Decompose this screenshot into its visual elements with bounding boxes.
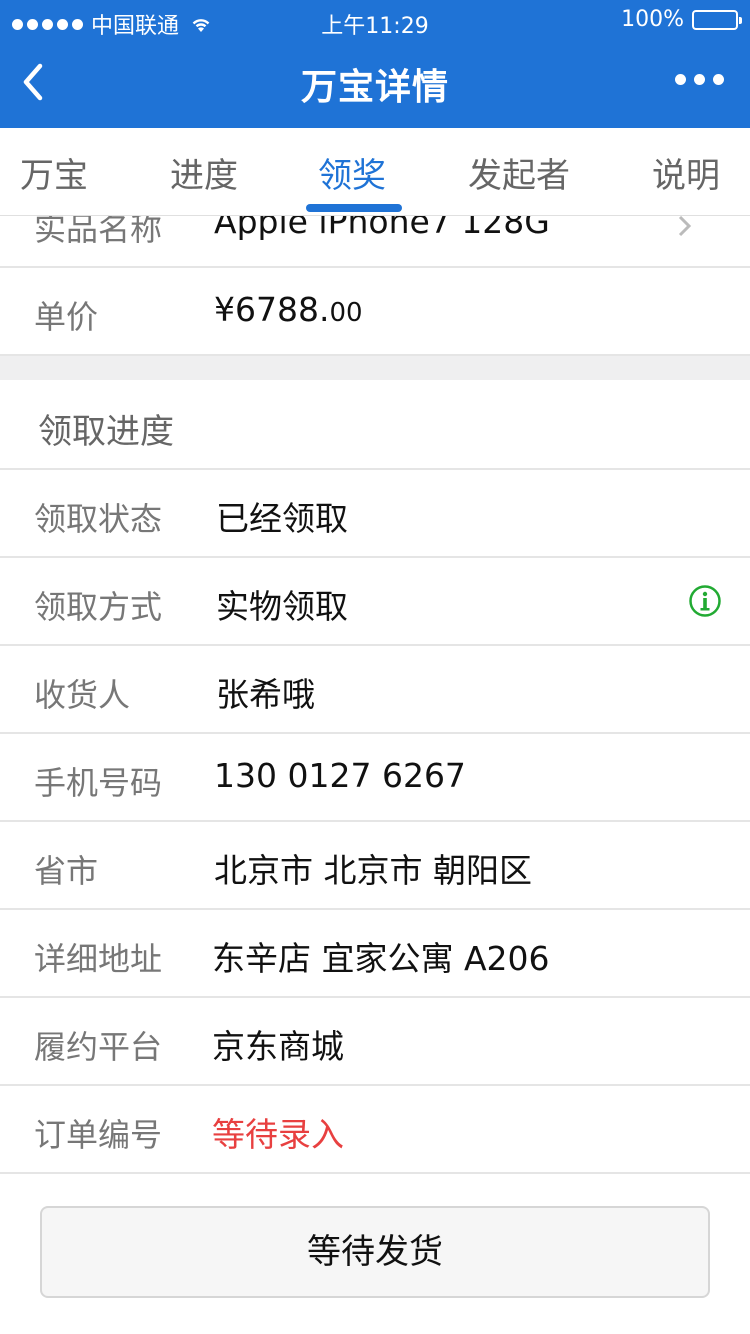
detail-value: 130 0127 6267: [214, 756, 466, 795]
tab-claim-prize[interactable]: 领奖: [318, 148, 386, 197]
detail-row-order-number: 订单编号 等待录入: [0, 1086, 750, 1174]
battery-percentage: 100%: [621, 7, 684, 32]
tab-bar: 万宝 进度 领奖 发起者 说明: [0, 128, 750, 216]
active-tab-indicator: [306, 204, 402, 212]
detail-label: 收货人: [34, 676, 131, 714]
app-header: 中国联通 上午11:29 100% 万宝详情: [0, 0, 750, 128]
detail-value: 张希哦: [216, 675, 315, 714]
product-name-label: 实品名称: [34, 216, 163, 248]
detail-label: 手机号码: [34, 764, 163, 802]
product-name-value: Apple iPhone7 128G: [214, 216, 550, 241]
status-bar-right: 100%: [621, 7, 742, 32]
section-header-row: 领取进度: [0, 380, 750, 470]
price-row: 单价 ¥6788.00: [0, 268, 750, 356]
detail-row-method: 领取方式 实物领取: [0, 558, 750, 646]
section-title: 领取进度: [38, 412, 174, 452]
detail-value: 已经领取: [216, 499, 348, 538]
detail-label: 履约平台: [34, 1028, 163, 1066]
detail-row-platform: 履约平台 京东商城: [0, 998, 750, 1086]
price-label: 单价: [34, 298, 99, 336]
detail-value-pending: 等待录入: [212, 1115, 344, 1154]
awaiting-shipment-button[interactable]: 等待发货: [40, 1206, 710, 1298]
battery-icon: [692, 9, 742, 30]
product-name-row[interactable]: 实品名称 Apple iPhone7 128G: [0, 216, 750, 268]
detail-value: 实物领取: [216, 587, 348, 626]
detail-row-address: 详细地址 东辛店 宜家公寓 A206: [0, 910, 750, 998]
tab-wanbao[interactable]: 万宝: [20, 148, 88, 197]
section-divider: [0, 356, 750, 380]
more-options-icon[interactable]: [675, 74, 724, 85]
price-value: ¥6788.00: [214, 290, 363, 329]
detail-label: 领取状态: [34, 500, 163, 538]
info-icon[interactable]: [688, 584, 722, 618]
navigation-bar: 万宝详情: [0, 40, 750, 128]
content-scroll-area[interactable]: 实品名称 Apple iPhone7 128G 单价 ¥6788.00 领取进度…: [0, 216, 750, 1334]
detail-value: 京东商城: [212, 1027, 344, 1066]
detail-label: 省市: [34, 852, 99, 890]
detail-row-province-city: 省市 北京市 北京市 朝阳区: [0, 822, 750, 910]
detail-label: 领取方式: [34, 588, 163, 626]
detail-value: 东辛店 宜家公寓 A206: [212, 939, 550, 978]
tab-description[interactable]: 说明: [652, 148, 720, 197]
status-bar: 中国联通 上午11:29 100%: [0, 0, 750, 40]
page-title: 万宝详情: [300, 67, 449, 108]
detail-row-recipient: 收货人 张希哦: [0, 646, 750, 734]
price-decimal: 00: [329, 298, 363, 328]
detail-row-status: 领取状态 已经领取: [0, 470, 750, 558]
tab-progress[interactable]: 进度: [170, 148, 238, 197]
detail-label: 详细地址: [34, 940, 163, 978]
price-main: ¥6788.: [214, 290, 330, 329]
chevron-right-icon: [678, 216, 692, 237]
detail-value: 北京市 北京市 朝阳区: [214, 851, 532, 890]
tab-initiator[interactable]: 发起者: [468, 148, 570, 197]
detail-label: 订单编号: [34, 1116, 163, 1154]
detail-row-phone: 手机号码 130 0127 6267: [0, 734, 750, 822]
